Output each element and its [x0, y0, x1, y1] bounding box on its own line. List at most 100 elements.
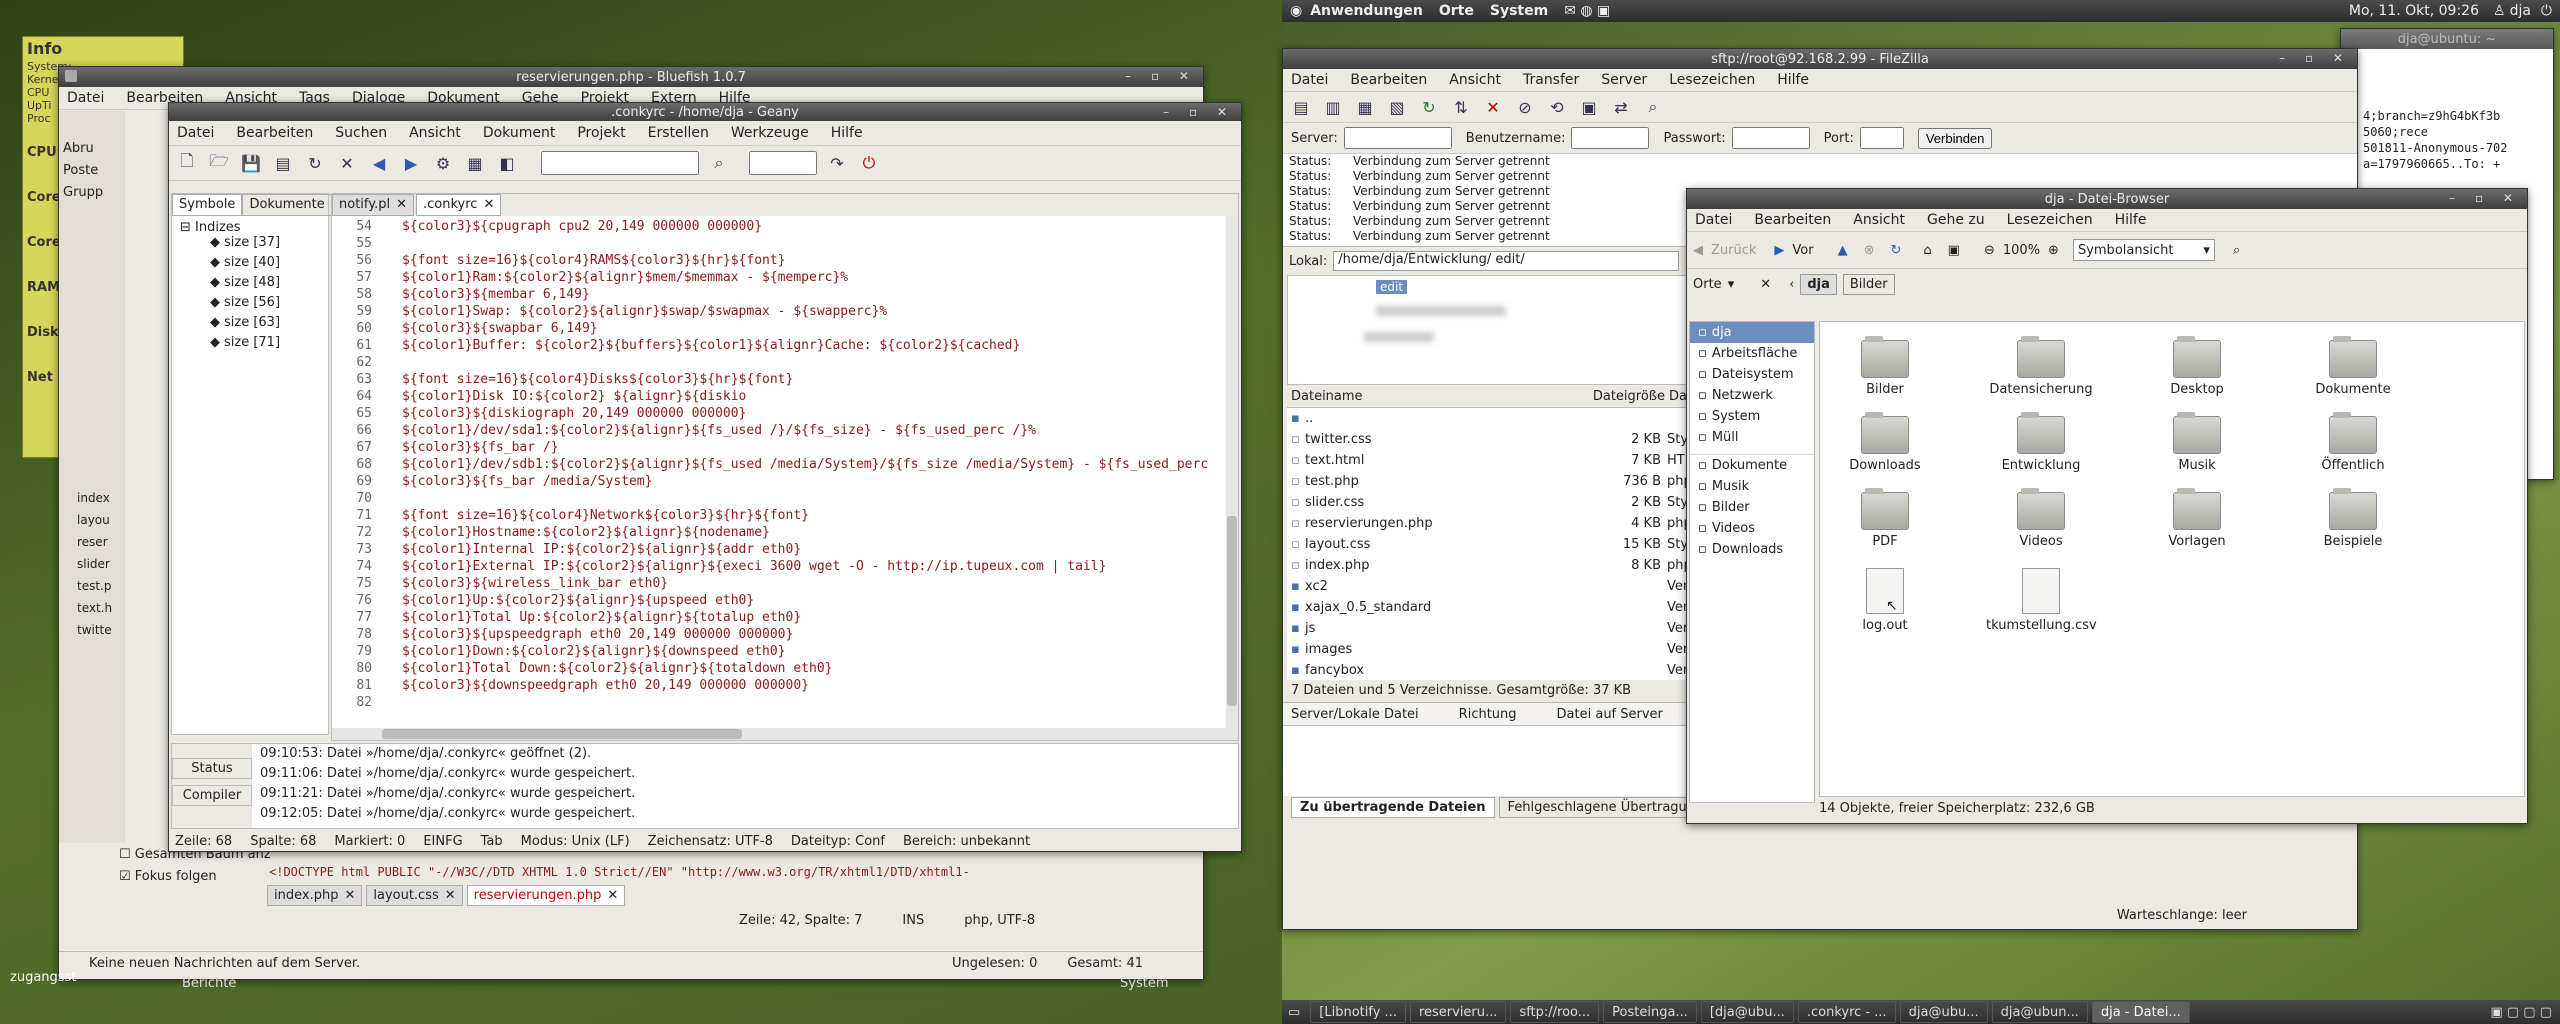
bluefish-file-item[interactable]: slider — [59, 557, 112, 579]
taskbar-item[interactable]: reservieru... — [1409, 1001, 1507, 1023]
doc-tab[interactable]: notify.pl ✕ — [332, 194, 414, 216]
symbol-item[interactable]: ◆ size [71] — [210, 335, 328, 355]
bluefish-tab[interactable]: reservierungen.php ✕ — [466, 885, 626, 906]
editor-vscroll[interactable] — [1226, 216, 1238, 728]
local-path-input[interactable]: /home/dja/Entwicklung/ edit/ — [1333, 251, 1680, 271]
cancel-icon[interactable]: ✕ — [1481, 95, 1505, 119]
clock[interactable]: Mo, 11. Okt, 09:26 — [2349, 3, 2479, 19]
folder-item[interactable]: PDF — [1830, 488, 1940, 549]
search-icon[interactable]: ⌕ — [707, 151, 731, 175]
message-tab[interactable]: Compiler — [172, 785, 252, 806]
taskbar-item[interactable]: .conkyrc - ... — [1797, 1001, 1896, 1023]
folder-item[interactable]: Downloads — [1830, 412, 1940, 473]
nautilus-menu-item[interactable]: Datei — [1695, 212, 1732, 228]
message-item[interactable]: 09:12:05: Datei »/home/dja/.conkyrc« wur… — [260, 806, 635, 826]
bluefish-left-item[interactable]: Grupp — [59, 185, 125, 207]
symbol-item[interactable]: ◆ size [40] — [210, 255, 328, 275]
place-item[interactable]: ▫ Dokumente — [1690, 454, 1814, 476]
geany-menu-item[interactable]: Erstellen — [648, 125, 709, 141]
filter-icon[interactable]: ▣ — [1577, 95, 1601, 119]
process-queue-icon[interactable]: ⇅ — [1449, 95, 1473, 119]
zoom-out-icon[interactable]: ⊖ — [1984, 243, 1995, 258]
tab-close-icon[interactable]: ✕ — [344, 888, 355, 903]
bluefish-left-item[interactable]: Abru — [59, 141, 125, 163]
computer-icon[interactable]: ▣ — [1948, 243, 1960, 258]
filezilla-menu-item[interactable]: Hilfe — [1777, 72, 1809, 88]
taskbar-item[interactable]: sftp://roo... — [1510, 1001, 1600, 1023]
toggle-remote-icon[interactable]: ▧ — [1385, 95, 1409, 119]
tree-collapse-icon[interactable]: ⊟ — [180, 220, 191, 235]
nautilus-menu-item[interactable]: Gehe zu — [1927, 212, 1985, 228]
user-input[interactable] — [1571, 127, 1650, 149]
code-area[interactable]: 54 ${color3}${cpugraph cpu2 20,149 000000… — [332, 216, 1238, 724]
filezilla-menu-item[interactable]: Datei — [1291, 72, 1328, 88]
filezilla-menu-item[interactable]: Bearbeiten — [1350, 72, 1427, 88]
bluefish-file-item[interactable]: layou — [59, 513, 112, 535]
geany-menu-item[interactable]: Projekt — [577, 125, 625, 141]
bluefish-menu-item[interactable]: Datei — [67, 90, 104, 106]
filezilla-menu-item[interactable]: Transfer — [1523, 72, 1579, 88]
search-icon[interactable]: ⌕ — [2233, 243, 2240, 258]
top-panel-menu-item[interactable]: Anwendungen — [1310, 3, 1423, 19]
reload-icon[interactable]: ↻ — [303, 151, 327, 175]
filezilla-menu-item[interactable]: Ansicht — [1449, 72, 1501, 88]
file-item[interactable]: log.out — [1830, 568, 1940, 633]
back-button[interactable]: Zurück — [1711, 243, 1756, 258]
close-icon[interactable]: ✕ — [335, 151, 359, 175]
bluefish-file-item[interactable]: reser — [59, 535, 112, 557]
doc-tab[interactable]: .conkyrc ✕ — [416, 194, 502, 216]
window-controls[interactable]: – ▫ ✕ — [1125, 69, 1197, 83]
folder-item[interactable]: Vorlagen — [2142, 488, 2252, 549]
folder-item[interactable]: Bilder — [1830, 336, 1940, 397]
checkbox-checked-icon[interactable]: ☑ — [119, 869, 131, 884]
place-item[interactable]: ▫ dja — [1690, 322, 1814, 343]
forward-arrow-icon[interactable]: ▶ — [1774, 243, 1784, 258]
sidebar-tab[interactable]: Dokumente — [242, 194, 332, 216]
user-name[interactable]: dja — [2510, 3, 2531, 19]
place-item[interactable]: ▫ Dateisystem — [1690, 364, 1814, 385]
search-input[interactable] — [541, 151, 699, 175]
forward-button[interactable]: Vor — [1792, 243, 1813, 258]
goto-icon[interactable]: ↷ — [825, 151, 849, 175]
place-item[interactable]: ▫ Videos — [1690, 518, 1814, 539]
power-icon[interactable]: ⏻ — [2541, 3, 2552, 19]
place-item[interactable]: ▫ Arbeitsfläche — [1690, 343, 1814, 364]
path-bilder[interactable]: Bilder — [1842, 273, 1895, 295]
close-sidebar-icon[interactable]: ✕ — [1760, 277, 1771, 292]
top-panel-menu-item[interactable]: System — [1490, 3, 1548, 19]
folder-item[interactable]: Desktop — [2142, 336, 2252, 397]
stop-icon[interactable]: ⊗ — [1864, 243, 1875, 258]
places-dropdown-icon[interactable]: ▾ — [1728, 277, 1735, 292]
indizes-node[interactable]: Indizes — [195, 220, 241, 235]
save-all-icon[interactable]: ▤ — [271, 151, 295, 175]
folder-item[interactable]: Entwicklung — [1986, 412, 2096, 473]
column-header[interactable]: Dateiname — [1287, 389, 1581, 404]
port-input[interactable] — [1859, 127, 1904, 149]
folder-item[interactable]: Musik — [2142, 412, 2252, 473]
bluefish-tab[interactable]: index.php ✕ — [267, 885, 363, 906]
nautilus-menu-item[interactable]: Bearbeiten — [1754, 212, 1831, 228]
site-manager-icon[interactable]: ▤ — [1289, 95, 1313, 119]
nautilus-menu-item[interactable]: Lesezeichen — [2007, 212, 2093, 228]
geany-menu-item[interactable]: Dokument — [483, 125, 556, 141]
geany-window-controls[interactable]: – ▫ ✕ — [1163, 105, 1235, 119]
toggle-tree-icon[interactable]: ▦ — [1353, 95, 1377, 119]
sync-icon[interactable]: ⇄ — [1609, 95, 1633, 119]
reload-icon[interactable]: ↻ — [1891, 243, 1902, 258]
folder-item[interactable]: Datensicherung — [1986, 336, 2096, 397]
folder-item[interactable]: Öffentlich — [2298, 412, 2408, 473]
find-icon[interactable]: ⌕ — [1641, 95, 1665, 119]
column-header[interactable]: Dateigröße — [1581, 389, 1665, 404]
desktop-label-system[interactable]: System — [1120, 976, 1168, 991]
new-file-icon[interactable]: 🗋 — [175, 151, 199, 175]
taskbar-item[interactable]: dja - Datei... — [2091, 1001, 2190, 1023]
open-icon[interactable]: 🗁 — [207, 151, 231, 175]
sidebar-tab[interactable]: Symbole — [172, 194, 243, 216]
taskbar-item[interactable]: dja@ubu... — [1899, 1001, 1988, 1023]
message-item[interactable]: 09:11:06: Datei »/home/dja/.conkyrc« wur… — [260, 766, 635, 786]
checkbox-icon[interactable]: ☐ — [119, 847, 131, 862]
bluefish-file-item[interactable]: test.p — [59, 579, 112, 601]
message-item[interactable]: 09:11:21: Datei »/home/dja/.conkyrc« wur… — [260, 786, 635, 806]
geany-menu-item[interactable]: Hilfe — [831, 125, 863, 141]
symbol-item[interactable]: ◆ size [63] — [210, 315, 328, 335]
